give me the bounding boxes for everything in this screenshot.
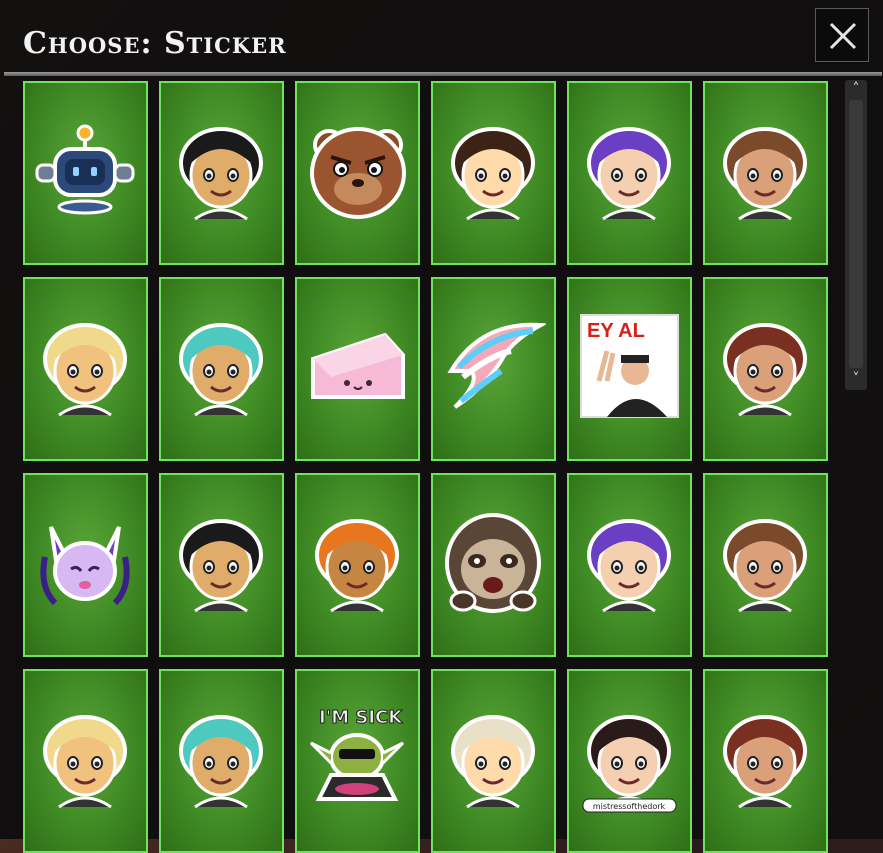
orange-hair-knife-sticker — [587, 127, 671, 221]
sticker-tile[interactable] — [431, 669, 556, 853]
purple-hair-laugh-sticker — [43, 323, 127, 417]
blonde-wave-sticker — [179, 519, 263, 613]
sticker-picker-panel: Choose: Sticker EY AL I'M SICK mistressoft… — [0, 0, 883, 853]
sticker-tile[interactable]: mistressofthedork — [567, 669, 692, 853]
squint-face-sticker — [179, 323, 263, 417]
close-icon — [829, 22, 857, 50]
sticker-tile[interactable] — [431, 81, 556, 265]
header-divider — [4, 72, 882, 76]
sticker-tile[interactable] — [159, 277, 284, 461]
sticker-caption: I'M SICK — [319, 707, 403, 728]
scroll-thumb[interactable] — [849, 100, 863, 368]
sticker-tile[interactable] — [567, 81, 692, 265]
sticker-caption: mistressofthedork — [593, 802, 666, 811]
mistressofthedork-sticker: mistressofthedork — [582, 715, 677, 813]
sticker-tile[interactable]: I'M SICK — [295, 669, 420, 853]
headband-sunglasses-sticker — [179, 127, 263, 221]
sticker-tile[interactable] — [23, 81, 148, 265]
close-button[interactable] — [815, 8, 869, 62]
sticker-tile[interactable]: EY AL — [567, 277, 692, 461]
sticker-caption: EY AL — [587, 320, 645, 342]
bearded-man-sticker — [723, 519, 807, 613]
sticker-tile[interactable] — [295, 277, 420, 461]
teal-hair-cute-sticker — [43, 715, 127, 809]
purple-demon-sticker — [40, 526, 130, 606]
music-dance-sticker — [723, 715, 807, 809]
goblin-im-sick-sticker: I'M SICK — [309, 707, 405, 801]
sloth-sticker — [445, 513, 541, 613]
dark-hair-woman-knife-sticker — [451, 127, 535, 221]
sticker-tile[interactable] — [703, 277, 828, 461]
chevron-down-icon[interactable]: ˅ — [845, 370, 867, 388]
sticker-tile[interactable] — [23, 277, 148, 461]
smiling-woman-photo-sticker — [587, 519, 671, 613]
peace-sign-photo-sticker: EY AL — [580, 314, 679, 418]
header: Choose: Sticker — [0, 0, 883, 74]
teal-hair-orb-sticker — [315, 519, 399, 613]
angry-bear-sticker — [310, 127, 406, 219]
feather-flag-sticker — [447, 322, 546, 409]
sticker-tile[interactable] — [295, 473, 420, 657]
sticker-tile[interactable] — [703, 669, 828, 853]
sticker-tile[interactable] — [295, 81, 420, 265]
sticker-tile[interactable] — [703, 81, 828, 265]
sticker-tile[interactable] — [703, 473, 828, 657]
sticker-tile[interactable] — [431, 277, 556, 461]
scrollbar[interactable]: ˄ ˅ — [845, 80, 867, 390]
sticker-tile[interactable] — [159, 81, 284, 265]
sticker-tile[interactable] — [159, 669, 284, 853]
sticker-tile[interactable] — [23, 473, 148, 657]
page-title: Choose: Sticker — [23, 26, 287, 61]
sticker-tile[interactable] — [159, 473, 284, 657]
sticker-tile[interactable] — [23, 669, 148, 853]
flexing-woman-sticker — [723, 127, 807, 221]
crown-woman-sticker — [723, 323, 807, 417]
cake-slice-sticker — [311, 332, 405, 399]
witch-hat-sticker — [179, 715, 263, 809]
sticker-tile[interactable] — [431, 473, 556, 657]
chevron-up-icon[interactable]: ˄ — [845, 80, 867, 98]
sticker-tile[interactable] — [567, 473, 692, 657]
robot-sticker — [35, 124, 135, 215]
blonde-cat-sticker — [451, 715, 535, 809]
